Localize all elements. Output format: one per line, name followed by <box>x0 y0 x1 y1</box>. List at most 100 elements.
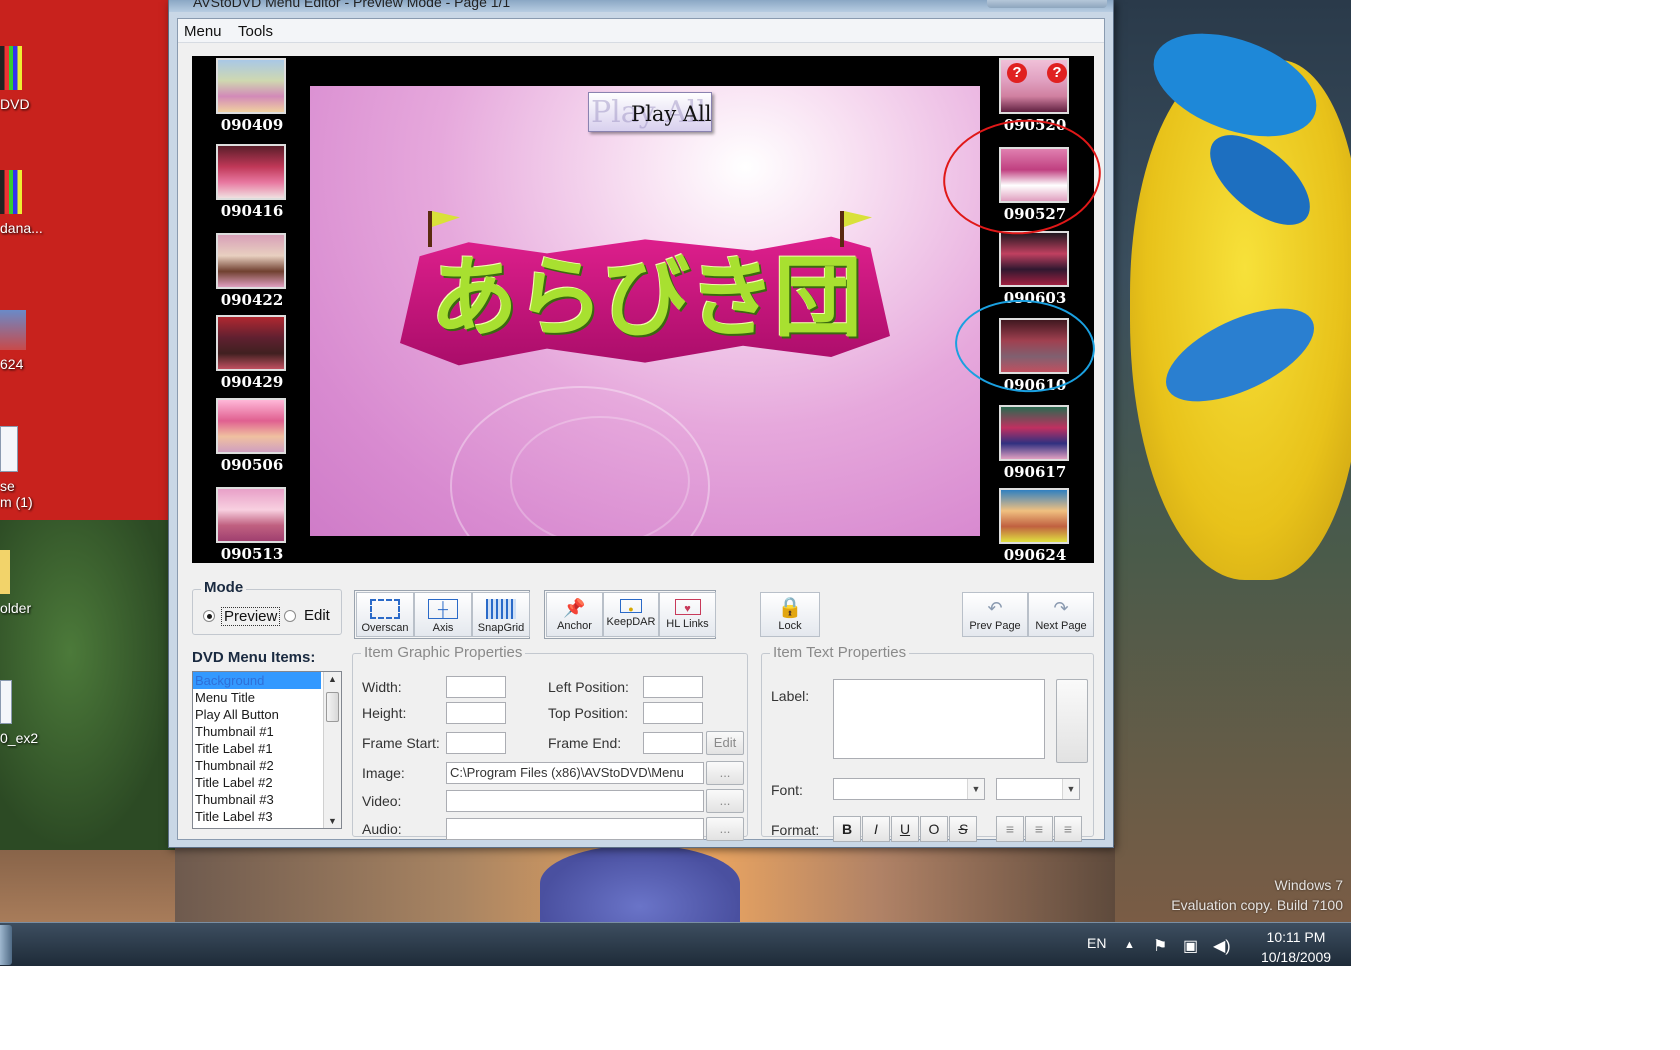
browse-image-button[interactable]: ... <box>706 761 744 785</box>
window-titlebar[interactable]: AVStoDVD Menu Editor - Preview Mode - Pa… <box>169 0 1113 12</box>
title-label: 090416 <box>220 202 284 220</box>
language-indicator[interactable]: EN <box>1087 935 1106 951</box>
volume-icon[interactable]: ◀) <box>1213 936 1231 956</box>
video-file-icon <box>0 46 22 90</box>
thumbnail-090429[interactable]: 090429 <box>216 315 288 391</box>
next-page-icon: ↷ <box>1053 598 1069 618</box>
show-hidden-icons-icon[interactable]: ▲ <box>1124 939 1135 951</box>
outline-button[interactable]: O <box>920 816 948 842</box>
preview-radio-label[interactable]: Preview <box>221 607 281 626</box>
lock-button[interactable]: 🔒 Lock <box>760 592 820 637</box>
overscan-button[interactable]: Overscan <box>356 592 414 637</box>
align-center-button[interactable]: ≡ <box>1025 816 1053 842</box>
play-all-button[interactable]: Play All Play All <box>588 92 712 132</box>
bold-button[interactable]: B <box>833 816 861 842</box>
thumbnail-090617[interactable]: 090617 <box>999 405 1071 481</box>
keepdar-button[interactable]: ● KeepDAR <box>603 592 659 637</box>
menu-tools[interactable]: Tools <box>232 20 279 43</box>
menu-background-image[interactable]: あらびき団 Play All Play All <box>310 86 980 536</box>
italic-button[interactable]: I <box>862 816 890 842</box>
anchor-label: Anchor <box>557 620 592 632</box>
desktop-icon-se[interactable]: se m (1) <box>0 426 40 510</box>
thumbnail-090422[interactable]: 090422 <box>216 233 288 309</box>
preview-radio[interactable] <box>203 610 215 622</box>
menu-title-logo[interactable]: あらびき団 <box>400 211 890 381</box>
dvd-menu-items-list[interactable]: Background Menu Title Play All Button Th… <box>192 671 342 829</box>
font-label: Font: <box>771 782 803 798</box>
scroll-thumb[interactable] <box>326 692 339 722</box>
left-position-field[interactable] <box>643 676 703 698</box>
chevron-down-icon[interactable]: ▼ <box>967 779 984 799</box>
thumbnail-090624[interactable]: 090624 <box>999 488 1071 564</box>
axis-icon: ┼ <box>428 599 458 619</box>
font-combo[interactable]: ▼ <box>833 778 985 800</box>
list-item[interactable]: Background <box>193 672 321 689</box>
action-center-flag-icon[interactable]: ⚑ <box>1153 936 1167 956</box>
prev-page-label: Prev Page <box>969 620 1021 632</box>
menu-menu[interactable]: Menu <box>178 20 228 43</box>
height-label: Height: <box>362 705 407 721</box>
browse-video-button[interactable]: ... <box>706 789 744 813</box>
window-controls[interactable] <box>987 0 1107 8</box>
list-item[interactable]: Title Label #1 <box>193 740 321 757</box>
anchor-button[interactable]: 📌 Anchor <box>546 592 603 637</box>
thumbnail-090603[interactable]: 090603 <box>999 231 1071 307</box>
clock-time: 10:11 PM <box>1266 929 1326 945</box>
list-item[interactable]: Title Label #2 <box>193 774 321 791</box>
video-path-field[interactable] <box>446 790 704 812</box>
list-item[interactable]: Thumbnail #1 <box>193 723 321 740</box>
axis-button[interactable]: ┼ Axis <box>414 592 472 637</box>
strikethrough-button[interactable]: S <box>949 816 977 842</box>
list-item[interactable]: Thumbnail #2 <box>193 757 321 774</box>
prev-page-button[interactable]: ↶ Prev Page <box>962 592 1028 637</box>
width-field[interactable] <box>446 676 506 698</box>
edit-radio-label[interactable]: Edit <box>304 607 330 624</box>
start-button[interactable] <box>0 925 12 965</box>
desktop-icon-dana[interactable]: dana... <box>0 170 43 236</box>
thumbnail-090416[interactable]: 090416 <box>216 144 288 220</box>
frame-end-field[interactable] <box>643 732 703 754</box>
chevron-down-icon[interactable]: ▼ <box>1062 779 1079 799</box>
frame-start-field[interactable] <box>446 732 506 754</box>
thumbnail-090506[interactable]: 090506 <box>216 398 288 474</box>
align-right-button[interactable]: ≡ <box>1054 816 1082 842</box>
scroll-up-icon[interactable]: ▲ <box>328 674 337 684</box>
scroll-down-icon[interactable]: ▼ <box>328 816 337 826</box>
underline-button[interactable]: U <box>891 816 919 842</box>
next-page-button[interactable]: ↷ Next Page <box>1028 592 1094 637</box>
desktop-icon-label: m (1) <box>0 494 33 510</box>
list-scrollbar[interactable]: ▲ ▼ <box>323 672 341 828</box>
menu-preview-canvas[interactable]: あらびき団 Play All Play All 090409 090416 09… <box>192 56 1094 564</box>
hl-links-button[interactable]: ♥ HL Links <box>659 592 716 637</box>
top-position-field[interactable] <box>643 702 703 724</box>
desktop-icon-624[interactable]: 624 <box>0 310 40 372</box>
desktop-icon-ex2[interactable]: 0_ex2 <box>0 680 40 746</box>
top-position-label: Top Position: <box>548 705 629 721</box>
keepdar-icon: ● <box>620 599 642 614</box>
label-textarea[interactable] <box>833 679 1045 759</box>
image-file-icon <box>0 310 26 350</box>
font-size-combo[interactable]: ▼ <box>996 778 1080 800</box>
desktop-icon-folder[interactable]: older <box>0 550 40 616</box>
text-color-button[interactable] <box>1056 679 1088 763</box>
snapgrid-button[interactable]: SnapGrid <box>472 592 530 637</box>
browse-audio-button[interactable]: ... <box>706 817 744 841</box>
edit-radio[interactable] <box>284 610 296 622</box>
list-item[interactable]: Thumbnail #3 <box>193 791 321 808</box>
align-left-button[interactable]: ≡ <box>996 816 1024 842</box>
label-label: Label: <box>771 688 810 704</box>
image-path-field[interactable]: C:\Program Files (x86)\AVStoDVD\Menu <box>446 762 704 784</box>
list-item[interactable]: Title Label #3 <box>193 808 321 825</box>
list-item[interactable]: Play All Button <box>193 706 321 723</box>
edit-frame-button[interactable]: Edit <box>706 731 744 755</box>
height-field[interactable] <box>446 702 506 724</box>
thumbnail-090513[interactable]: 090513 <box>216 487 288 563</box>
audio-path-field[interactable] <box>446 818 704 840</box>
clock[interactable]: 10:11 PM 10/18/2009 <box>1250 927 1342 967</box>
desktop-icon-dvd[interactable]: DVD <box>0 46 40 112</box>
network-icon[interactable]: ▣ <box>1183 936 1198 956</box>
thumbnail-090409[interactable]: 090409 <box>216 58 288 134</box>
item-graphic-properties: Item Graphic Properties Width: Left Posi… <box>352 644 748 841</box>
list-item[interactable]: Menu Title <box>193 689 321 706</box>
item-text-properties: Item Text Properties Label: Font: ▼ ▼ Fo… <box>761 644 1094 842</box>
